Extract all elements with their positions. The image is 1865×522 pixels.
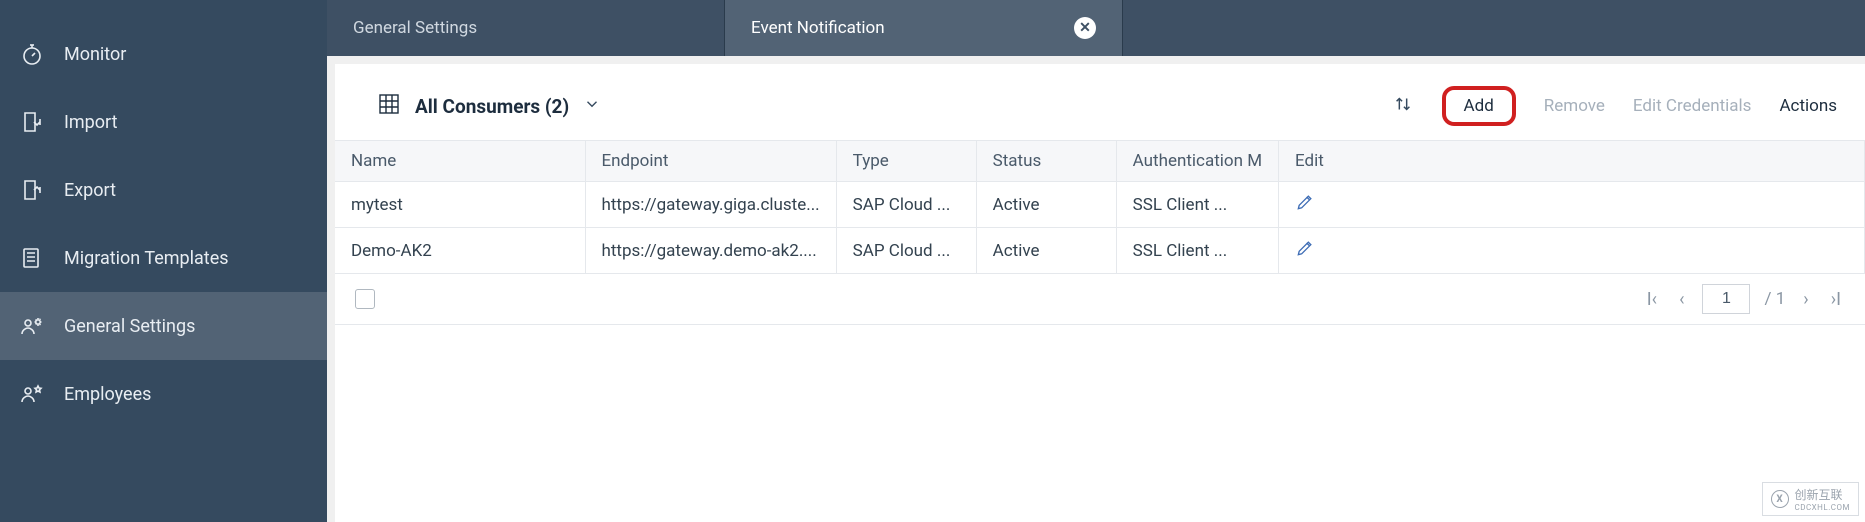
sidebar-item-label: General Settings	[64, 316, 195, 337]
chevron-down-icon[interactable]	[583, 95, 601, 117]
page-input[interactable]	[1702, 284, 1750, 314]
cell-auth: SSL Client ...	[1116, 182, 1278, 228]
col-name[interactable]: Name	[335, 141, 585, 182]
cell-auth: SSL Client ...	[1116, 228, 1278, 274]
watermark: X 创新互联 CDCXHL.COM	[1762, 482, 1860, 516]
cell-endpoint: https://gateway.demo-ak2....	[585, 228, 836, 274]
tab-event-notification[interactable]: Event Notification ✕	[725, 0, 1123, 56]
sidebar-item-label: Migration Templates	[64, 248, 229, 269]
tab-label: Event Notification	[751, 18, 885, 38]
sidebar-item-label: Import	[64, 112, 117, 133]
add-button-highlight: Add	[1442, 86, 1516, 126]
edit-icon[interactable]	[1295, 243, 1315, 263]
import-icon	[20, 110, 44, 134]
pagination: I‹ ‹ / 1 › ›I	[1643, 284, 1845, 314]
watermark-logo-icon: X	[1771, 490, 1789, 508]
tab-filler	[1123, 0, 1865, 56]
tab-general-settings[interactable]: General Settings	[327, 0, 725, 56]
table-footer: I‹ ‹ / 1 › ›I	[335, 274, 1865, 325]
sidebar-item-general-settings[interactable]: General Settings	[0, 292, 327, 360]
consumers-title: All Consumers (2)	[415, 95, 569, 118]
cell-name: Demo-AK2	[335, 228, 585, 274]
sidebar-item-export[interactable]: Export	[0, 156, 327, 224]
stopwatch-icon	[20, 42, 44, 66]
cell-edit	[1279, 182, 1865, 228]
watermark-text: 创新互联	[1795, 488, 1843, 502]
cell-endpoint: https://gateway.giga.cluste...	[585, 182, 836, 228]
sidebar-item-import[interactable]: Import	[0, 88, 327, 156]
sidebar-item-label: Export	[64, 180, 116, 201]
edit-credentials-button[interactable]: Edit Credentials	[1633, 96, 1752, 116]
page-total: / 1	[1764, 289, 1785, 309]
actions-button[interactable]: Actions	[1779, 96, 1837, 116]
remove-button[interactable]: Remove	[1544, 96, 1605, 116]
watermark-sub: CDCXHL.COM	[1795, 503, 1851, 512]
content: All Consumers (2) Add Remove Edit Creden…	[335, 64, 1865, 522]
cell-status: Active	[976, 228, 1116, 274]
cell-edit	[1279, 228, 1865, 274]
first-page-button[interactable]: I‹	[1643, 287, 1661, 312]
cell-name: mytest	[335, 182, 585, 228]
templates-icon	[20, 246, 44, 270]
grid-icon[interactable]	[377, 92, 401, 120]
sidebar-item-employees[interactable]: Employees	[0, 360, 327, 428]
table-row[interactable]: Demo-AK2 https://gateway.demo-ak2.... SA…	[335, 228, 1865, 274]
tabs: General Settings Event Notification ✕	[327, 0, 1865, 56]
users-star-icon	[20, 382, 44, 406]
prev-page-button[interactable]: ‹	[1675, 287, 1688, 312]
users-gear-icon	[20, 314, 44, 338]
col-auth[interactable]: Authentication M	[1116, 141, 1278, 182]
last-page-button[interactable]: ›I	[1827, 287, 1845, 312]
cell-type: SAP Cloud ...	[836, 228, 976, 274]
sidebar-item-migration-templates[interactable]: Migration Templates	[0, 224, 327, 292]
add-button[interactable]: Add	[1464, 96, 1494, 116]
sort-icon[interactable]	[1392, 93, 1414, 119]
sidebar-item-label: Monitor	[64, 44, 126, 65]
edit-icon[interactable]	[1295, 197, 1315, 217]
consumers-table: Name Endpoint Type Status Authentication…	[335, 140, 1865, 274]
col-endpoint[interactable]: Endpoint	[585, 141, 836, 182]
main: General Settings Event Notification ✕ Al…	[327, 0, 1865, 522]
sidebar-item-monitor[interactable]: Monitor	[0, 20, 327, 88]
close-icon[interactable]: ✕	[1074, 17, 1096, 39]
table-row[interactable]: mytest https://gateway.giga.cluste... SA…	[335, 182, 1865, 228]
sidebar-item-label: Employees	[64, 384, 151, 405]
select-all-checkbox[interactable]	[355, 289, 375, 309]
next-page-button[interactable]: ›	[1799, 287, 1812, 312]
sidebar: Monitor Import Export Migration Template…	[0, 0, 327, 522]
tab-label: General Settings	[353, 18, 477, 38]
toolbar: All Consumers (2) Add Remove Edit Creden…	[335, 82, 1865, 140]
export-icon	[20, 178, 44, 202]
cell-type: SAP Cloud ...	[836, 182, 976, 228]
col-type[interactable]: Type	[836, 141, 976, 182]
col-status[interactable]: Status	[976, 141, 1116, 182]
cell-status: Active	[976, 182, 1116, 228]
col-edit[interactable]: Edit	[1279, 141, 1865, 182]
